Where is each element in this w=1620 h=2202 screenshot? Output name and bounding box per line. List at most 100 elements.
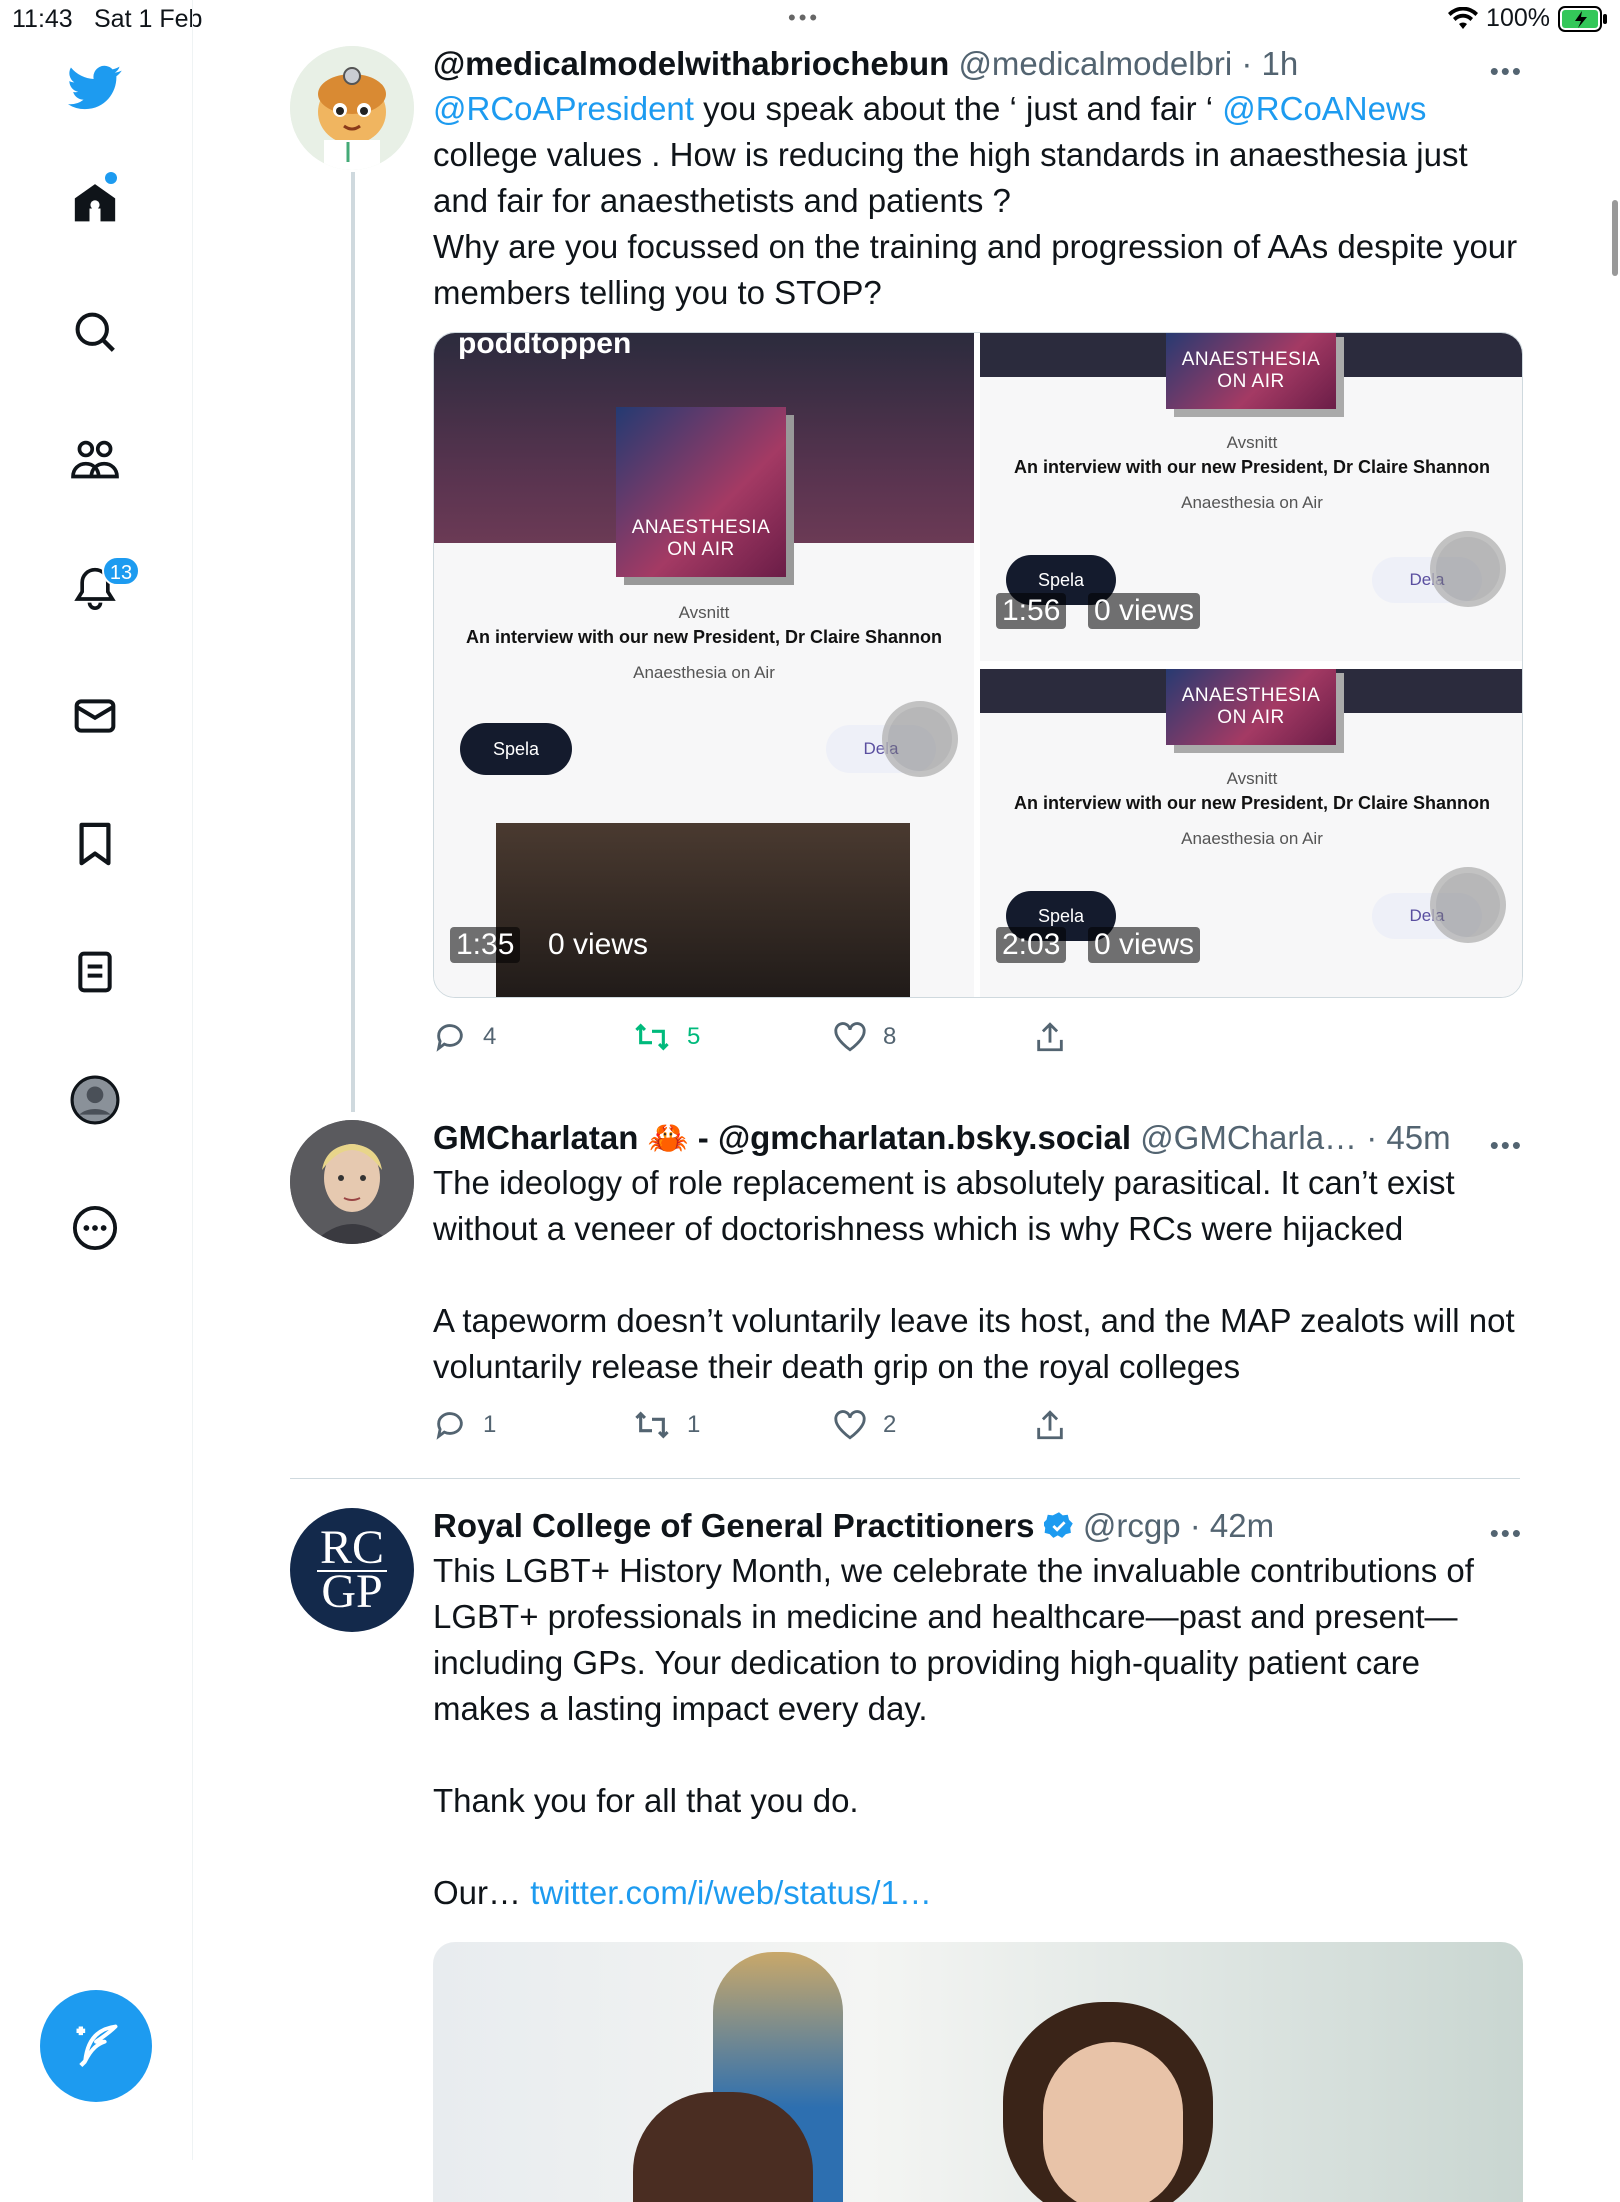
avatar[interactable] bbox=[290, 1120, 414, 1244]
retweet-icon bbox=[635, 1023, 669, 1051]
avatar-text: GP bbox=[317, 1568, 387, 1616]
status-right: 100% bbox=[1448, 4, 1608, 33]
video-views: 0 views bbox=[1088, 593, 1201, 629]
share-tweet-button[interactable] bbox=[1033, 1408, 1233, 1442]
like-button[interactable]: 8 bbox=[833, 1020, 1033, 1054]
podcast-cover: ANAESTHESIA ON AIR bbox=[1166, 333, 1336, 409]
episode-title: An interview with our new President, Dr … bbox=[1013, 457, 1491, 477]
mention-link[interactable]: @RCoANews bbox=[1222, 90, 1426, 127]
tweet-text-spacer bbox=[433, 1824, 1523, 1870]
retweet-count: 5 bbox=[687, 1023, 701, 1050]
tweet[interactable]: @medicalmodelwithabriochebun @medicalmod… bbox=[290, 44, 1523, 1084]
profile-avatar-icon[interactable] bbox=[55, 1060, 135, 1140]
podcast-title: ANAESTHESIA bbox=[1181, 685, 1321, 706]
mention-link[interactable]: @RCoAPresident bbox=[433, 90, 694, 127]
share-tweet-button[interactable] bbox=[1033, 1020, 1233, 1054]
retweet-icon bbox=[635, 1411, 669, 1439]
scroll-indicator[interactable] bbox=[1612, 200, 1618, 276]
video-thumbnail[interactable]: ANAESTHESIA ON AIR Avsnitt An interview … bbox=[980, 669, 1522, 997]
video-duration: 1:56 bbox=[996, 593, 1067, 629]
person-face bbox=[1043, 2042, 1183, 2202]
status-link[interactable]: twitter.com/i/web/status/1… bbox=[530, 1874, 932, 1911]
tweet[interactable]: RC GP Royal College of General Practitio… bbox=[290, 1506, 1523, 2202]
retweet-button[interactable]: 1 bbox=[633, 1408, 833, 1442]
retweet-button[interactable]: 5 bbox=[633, 1020, 833, 1054]
display-name[interactable]: Royal College of General Practitioners bbox=[433, 1507, 1035, 1544]
twitter-logo-icon[interactable] bbox=[55, 48, 135, 128]
tweet[interactable]: GMCharlatan 🦀 - @gmcharlatan.bsky.social… bbox=[290, 1118, 1523, 1458]
avatar[interactable]: RC GP bbox=[290, 1508, 414, 1632]
tweet-more-icon[interactable]: ••• bbox=[1490, 1130, 1523, 1161]
search-icon[interactable] bbox=[55, 292, 135, 372]
tweet-more-icon[interactable]: ••• bbox=[1490, 1518, 1523, 1549]
status-bar: 11:43 Sat 1 Feb ••• 100% bbox=[0, 0, 1620, 40]
display-name[interactable]: GMCharlatan 🦀 - @gmcharlatan.bsky.social bbox=[433, 1119, 1131, 1156]
tweet-text: This LGBT+ History Month, we celebrate t… bbox=[433, 1548, 1523, 1916]
tweet-text-spacer bbox=[433, 1252, 1523, 1298]
play-button[interactable]: Spela bbox=[460, 723, 572, 775]
sidebar: 13 bbox=[0, 0, 193, 2160]
compose-tweet-button[interactable] bbox=[40, 1990, 152, 2102]
video-duration: 1:35 bbox=[450, 927, 521, 963]
tweet-text: The ideology of role replacement is abso… bbox=[433, 1160, 1523, 1390]
video-duration: 2:03 bbox=[996, 927, 1067, 963]
multitasking-dots-icon[interactable]: ••• bbox=[788, 5, 820, 31]
share-icon bbox=[1037, 1022, 1063, 1052]
handle[interactable]: @GMCharla… bbox=[1140, 1119, 1357, 1156]
tweet-body: @medicalmodelwithabriochebun @medicalmod… bbox=[433, 44, 1523, 316]
timestamp[interactable]: · 1h bbox=[1241, 45, 1298, 82]
podcast-title: ANAESTHESIA bbox=[631, 517, 771, 538]
podcast-cover: ANAESTHESIA ON AIR bbox=[616, 407, 786, 577]
handle[interactable]: @medicalmodelbri bbox=[958, 45, 1232, 82]
tweet-header: GMCharlatan 🦀 - @gmcharlatan.bsky.social… bbox=[433, 1118, 1523, 1158]
video-thumbnail[interactable]: poddtoppen ANAESTHESIA ON AIR Avsnitt An… bbox=[434, 333, 974, 997]
reply-button[interactable]: 1 bbox=[433, 1408, 633, 1442]
touch-indicator bbox=[1430, 531, 1506, 607]
tweet-text-segment: college values . How is reducing the hig… bbox=[433, 136, 1468, 219]
battery-charging-icon bbox=[1558, 5, 1607, 32]
tweet-text-spacer bbox=[433, 1732, 1523, 1778]
home-icon[interactable] bbox=[55, 163, 135, 243]
touch-indicator bbox=[882, 701, 958, 777]
video-views: 0 views bbox=[1088, 927, 1201, 963]
lists-icon[interactable] bbox=[55, 932, 135, 1012]
like-count: 2 bbox=[883, 1411, 897, 1438]
reply-count: 1 bbox=[483, 1411, 497, 1438]
tweet-text-segment: Our… bbox=[433, 1874, 531, 1911]
episode-label: Avsnitt bbox=[1226, 433, 1278, 452]
tweet-text-paragraph: This LGBT+ History Month, we celebrate t… bbox=[433, 1552, 1474, 1727]
timestamp[interactable]: · 42m bbox=[1190, 1507, 1274, 1544]
share-icon bbox=[1037, 1410, 1063, 1440]
tweet-more-icon[interactable]: ••• bbox=[1490, 56, 1523, 87]
reply-icon bbox=[436, 1412, 463, 1440]
timestamp[interactable]: · 45m bbox=[1366, 1119, 1450, 1156]
bookmarks-icon[interactable] bbox=[55, 804, 135, 884]
like-button[interactable]: 2 bbox=[833, 1408, 1033, 1442]
messages-icon[interactable] bbox=[55, 676, 135, 756]
display-name[interactable]: @medicalmodelwithabriochebun bbox=[433, 45, 949, 82]
podcast-cover: ANAESTHESIA ON AIR bbox=[1166, 669, 1336, 745]
podcast-title: ON AIR bbox=[1217, 371, 1285, 392]
video-thumbnail[interactable]: ANAESTHESIA ON AIR Avsnitt An interview … bbox=[980, 333, 1522, 661]
more-options-icon[interactable] bbox=[55, 1188, 135, 1268]
notifications-badge: 13 bbox=[102, 556, 140, 586]
tweet-header: Royal College of General Practitioners @… bbox=[433, 1506, 1523, 1546]
ad-image bbox=[496, 823, 910, 997]
battery-percent: 100% bbox=[1486, 4, 1550, 32]
home-unread-dot bbox=[105, 172, 117, 184]
handle[interactable]: @rcgp bbox=[1083, 1507, 1181, 1544]
show-name: Anaesthesia on Air bbox=[1181, 493, 1323, 512]
avatar[interactable] bbox=[290, 46, 414, 170]
video-views: 0 views bbox=[548, 928, 649, 961]
tweet-text-paragraph: The ideology of role replacement is abso… bbox=[433, 1164, 1455, 1247]
tweet-image[interactable] bbox=[433, 1942, 1523, 2202]
like-count: 8 bbox=[883, 1023, 897, 1050]
communities-icon[interactable] bbox=[55, 420, 135, 500]
podcast-title: ON AIR bbox=[667, 539, 735, 560]
tweet-text-segment: you speak about the ‘ just and fair ‘ bbox=[693, 90, 1223, 127]
tweet-actions: 1 1 2 bbox=[433, 1408, 1233, 1442]
tweet-body: Royal College of General Practitioners @… bbox=[433, 1506, 1523, 1916]
podcast-title: ANAESTHESIA bbox=[1181, 349, 1321, 370]
heart-icon bbox=[834, 1022, 866, 1052]
reply-button[interactable]: 4 bbox=[433, 1020, 633, 1054]
